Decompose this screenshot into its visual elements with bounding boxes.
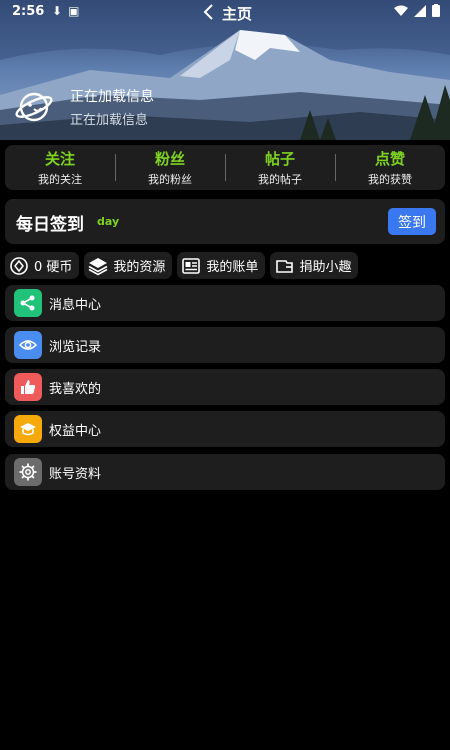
- chip-label: 我的账单: [206, 260, 259, 275]
- menu-message-center[interactable]: 消息中心: [5, 285, 445, 321]
- chip-label: 0 硬币: [34, 260, 73, 275]
- menu-label: 账号资料: [49, 466, 102, 482]
- menu-favorites[interactable]: 我喜欢的: [5, 369, 445, 405]
- user-subtitle: 正在加载信息: [70, 113, 149, 128]
- bill-icon: [181, 256, 201, 276]
- top-nav: 主页: [0, 0, 450, 24]
- stat-posts[interactable]: 帖子 我的帖子: [225, 145, 335, 190]
- menu-label: 我喜欢的: [49, 381, 102, 397]
- chip-donate[interactable]: 捐助小趣: [270, 252, 359, 279]
- checkin-tag: day: [97, 215, 120, 228]
- daily-checkin-card: 每日签到 day 签到: [5, 199, 445, 244]
- gear-icon: [14, 458, 42, 486]
- stat-value: 粉丝: [154, 150, 185, 168]
- stat-value: 关注: [44, 150, 75, 168]
- stat-label: 我的帖子: [258, 173, 302, 186]
- menu-benefits-center[interactable]: 权益中心: [5, 411, 445, 447]
- chip-resources[interactable]: 我的资源: [84, 252, 173, 279]
- quick-chips: 0 硬币 我的资源 我的账单 捐助小趣: [5, 252, 359, 279]
- chip-label: 我的资源: [113, 260, 166, 275]
- menu-label: 消息中心: [49, 297, 102, 313]
- stat-label: 我的获赞: [368, 173, 412, 186]
- share-icon: [14, 289, 42, 317]
- stat-followers[interactable]: 粉丝 我的粉丝: [115, 145, 225, 190]
- eye-icon: [14, 331, 42, 359]
- user-name: 正在加载信息: [70, 89, 154, 105]
- chip-label: 捐助小趣: [299, 260, 352, 275]
- wallet-icon: [274, 256, 294, 276]
- checkin-title: 每日签到: [16, 215, 84, 235]
- menu-label: 权益中心: [49, 423, 102, 439]
- menu-account-info[interactable]: 账号资料: [5, 454, 445, 490]
- chip-coins[interactable]: 0 硬币: [5, 252, 80, 279]
- stat-likes[interactable]: 点赞 我的获赞: [335, 145, 445, 190]
- stat-label: 我的粉丝: [148, 173, 192, 186]
- checkin-button[interactable]: 签到: [388, 208, 436, 235]
- stat-following[interactable]: 关注 我的关注: [5, 145, 115, 190]
- chip-bills[interactable]: 我的账单: [177, 252, 266, 279]
- thumb-up-icon: [14, 373, 42, 401]
- graduation-cap-icon: [14, 415, 42, 443]
- planet-avatar-icon[interactable]: [14, 87, 54, 127]
- menu-browse-history[interactable]: 浏览记录: [5, 327, 445, 363]
- back-arrow-icon[interactable]: [200, 3, 218, 21]
- user-header[interactable]: 正在加载信息 正在加载信息: [14, 86, 154, 128]
- coin-icon: [9, 256, 29, 276]
- layers-icon: [88, 256, 108, 276]
- stat-value: 帖子: [264, 150, 295, 168]
- stat-value: 点赞: [374, 150, 405, 168]
- menu-label: 浏览记录: [49, 339, 102, 355]
- page-title: 主页: [222, 5, 253, 23]
- stats-card: 关注 我的关注 粉丝 我的粉丝 帖子 我的帖子 点赞 我的获赞: [5, 145, 445, 190]
- stat-label: 我的关注: [38, 173, 82, 186]
